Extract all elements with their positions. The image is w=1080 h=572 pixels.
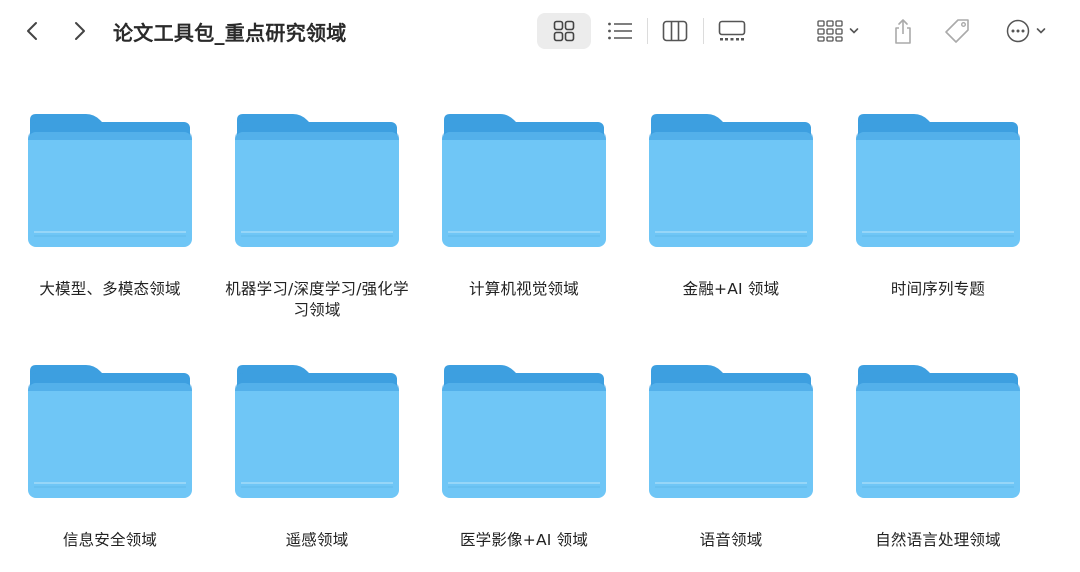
folder-label: 医学影像+AI 领域 [459, 531, 589, 549]
toolbar: 论文工具包_重点研究领域 [0, 0, 1080, 64]
list-view-button[interactable] [600, 13, 640, 49]
folder-icon[interactable] [442, 110, 606, 250]
columns-icon [662, 20, 688, 42]
folder-item[interactable]: 语音领域 [631, 361, 831, 551]
chevron-down-icon [849, 28, 859, 34]
folder-item[interactable]: 计算机视觉领域 [424, 110, 624, 300]
ellipsis-icon [1006, 19, 1030, 43]
folder-item[interactable]: 机器学习/深度学习/强化学习领域 [217, 110, 417, 321]
folder-item[interactable]: 大模型、多模态领域 [10, 110, 210, 300]
tag-icon [945, 19, 969, 43]
folder-icon[interactable] [235, 110, 399, 250]
more-button[interactable] [998, 13, 1054, 49]
gallery-icon [718, 20, 746, 41]
folder-icon[interactable] [235, 361, 399, 501]
chevron-right-icon [75, 22, 85, 40]
folder-item[interactable]: 信息安全领域 [10, 361, 210, 551]
toolbar-divider [647, 18, 648, 44]
folder-icon[interactable] [442, 361, 606, 501]
folder-item[interactable]: 时间序列专题 [838, 110, 1038, 300]
folder-item[interactable]: 遥感领域 [217, 361, 417, 551]
gallery-view-button[interactable] [712, 13, 752, 49]
icon-view-button[interactable] [537, 13, 591, 49]
folder-icon[interactable] [28, 110, 192, 250]
folder-label: 时间序列专题 [890, 280, 986, 298]
forward-button[interactable] [65, 16, 95, 46]
folder-label: 信息安全领域 [62, 531, 158, 549]
back-button[interactable] [17, 16, 47, 46]
folder-label: 机器学习/深度学习/强化学习领域 [225, 280, 409, 319]
group-button[interactable] [810, 13, 866, 49]
tag-button[interactable] [940, 13, 974, 49]
folder-icon[interactable] [649, 110, 813, 250]
folder-icon[interactable] [856, 361, 1020, 501]
folder-label: 遥感领域 [285, 531, 349, 549]
folder-icon[interactable] [649, 361, 813, 501]
folder-label: 大模型、多模态领域 [39, 280, 181, 298]
folder-icon[interactable] [856, 110, 1020, 250]
grid-icon [553, 20, 575, 42]
folder-item[interactable]: 自然语言处理领域 [838, 361, 1038, 551]
toolbar-divider [703, 18, 704, 44]
folder-item[interactable]: 金融+AI 领域 [631, 110, 831, 300]
column-view-button[interactable] [655, 13, 695, 49]
folder-label: 自然语言处理领域 [875, 531, 1001, 549]
list-icon [608, 22, 632, 40]
chevron-down-icon [1036, 28, 1046, 34]
folder-label: 计算机视觉领域 [469, 280, 579, 298]
folder-label: 金融+AI 领域 [682, 280, 780, 298]
folder-item[interactable]: 医学影像+AI 领域 [424, 361, 624, 551]
share-icon [895, 19, 911, 44]
share-button[interactable] [886, 13, 920, 49]
chevron-left-icon [27, 22, 37, 40]
group-icon [817, 20, 843, 42]
folder-label: 语音领域 [699, 531, 763, 549]
window-title: 论文工具包_重点研究领域 [113, 21, 347, 45]
folder-icon[interactable] [28, 361, 192, 501]
